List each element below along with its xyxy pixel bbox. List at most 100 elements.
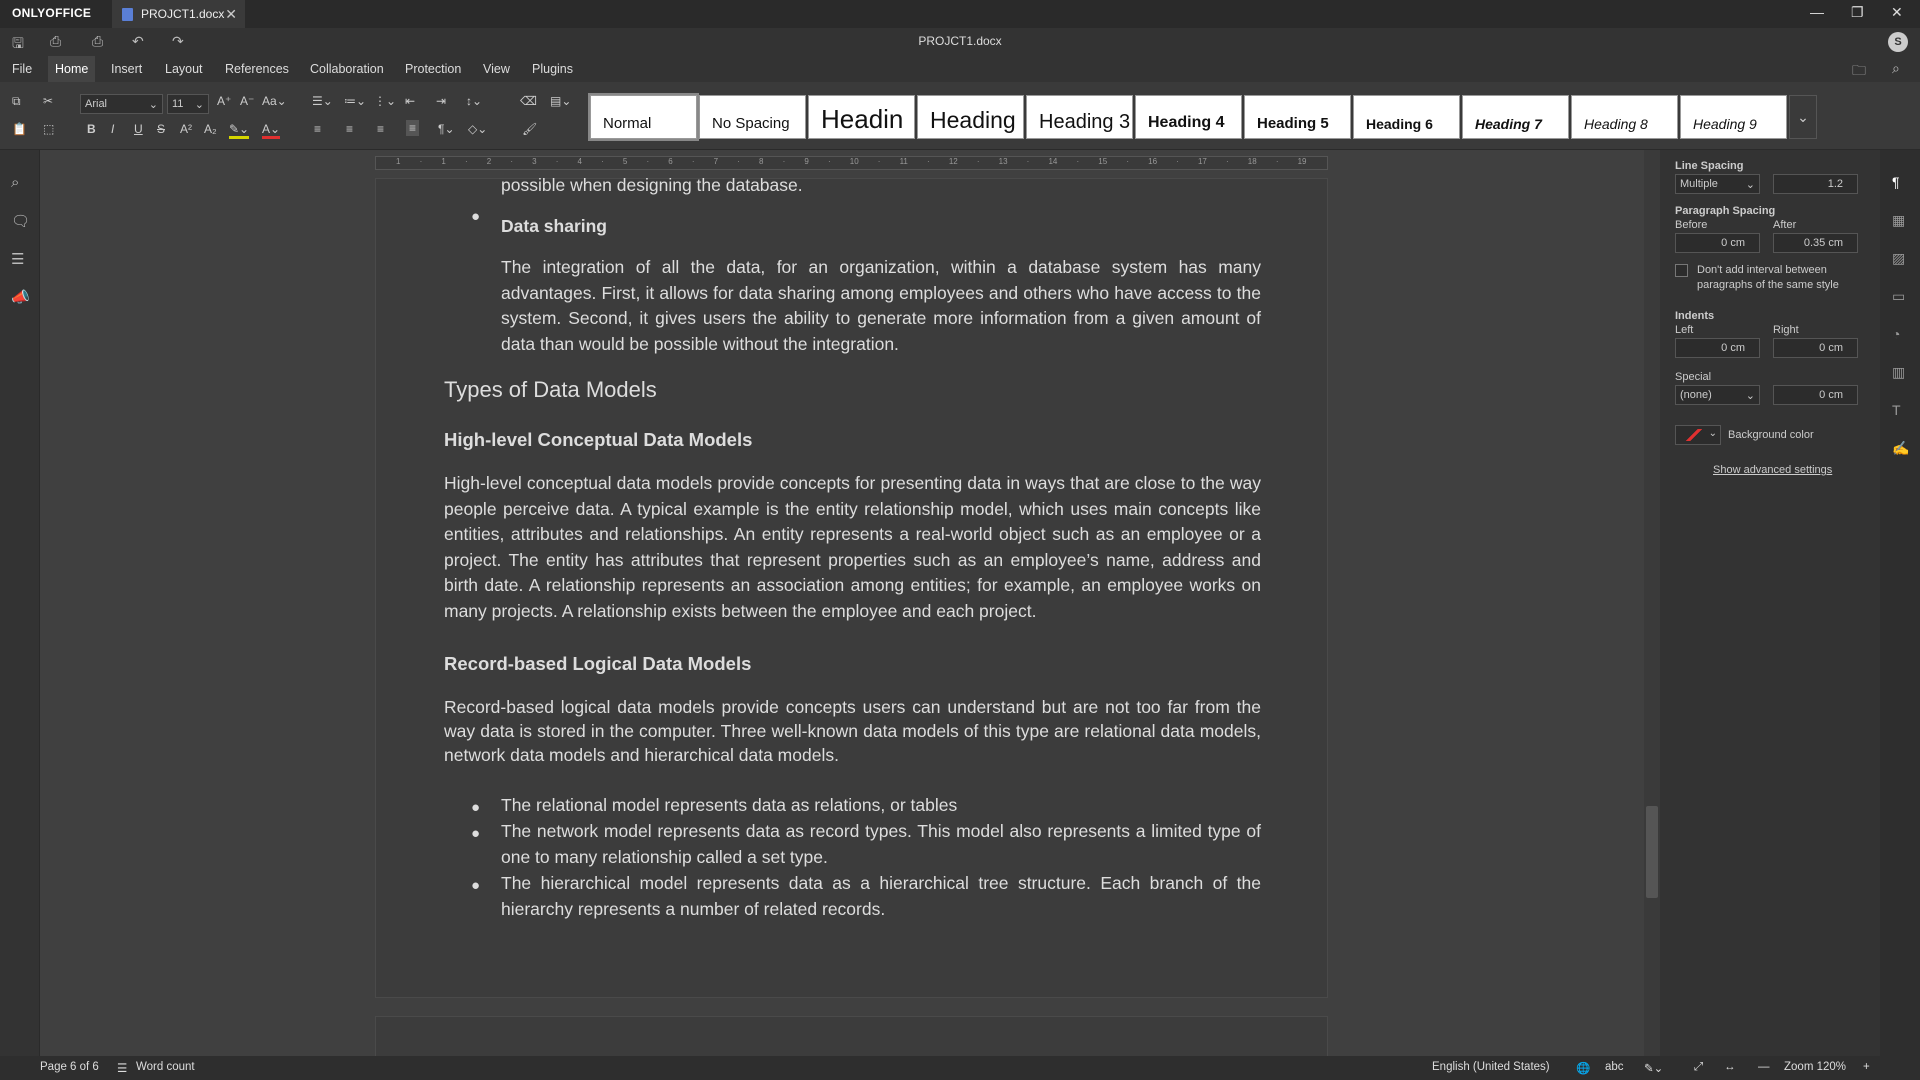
style-heading-3[interactable]: Heading 3 — [1026, 95, 1133, 139]
scrollbar-thumb[interactable] — [1646, 806, 1658, 898]
chart-settings-icon[interactable]: ▥ — [1892, 364, 1905, 381]
horizontal-ruler[interactable]: 1 · 1 · 2 · 3 · 4 · 5 · 6 · 7 · 8 · 9 · 10 · 11 · 12 · 13 · 14 · 15 · 16… — [375, 156, 1328, 170]
style-heading-5[interactable]: Heading 5 — [1244, 95, 1351, 139]
line-spacing-icon[interactable]: ↕⌄ — [466, 94, 482, 108]
table-settings-icon[interactable]: ▦ — [1892, 212, 1905, 229]
decrease-font-icon[interactable]: A⁻ — [240, 94, 254, 108]
avatar[interactable]: S — [1888, 32, 1908, 52]
close-tab-icon[interactable]: ✕ — [225, 6, 237, 23]
shape-settings-icon[interactable]: ◔ — [1892, 326, 1900, 342]
zoom-out-icon[interactable]: — — [1758, 1061, 1770, 1073]
right-indent-input[interactable]: 0 cm — [1773, 338, 1858, 358]
style-normal[interactable]: Normal — [588, 93, 699, 141]
font-size-select[interactable]: 11 ⌄ — [167, 94, 209, 114]
style-heading-4[interactable]: Heading 4 — [1135, 95, 1242, 139]
style-no-spacing[interactable]: No Spacing — [699, 95, 806, 139]
subscript-icon[interactable]: A₂ — [204, 122, 217, 136]
page-indicator[interactable]: Page 6 of 6 — [40, 1061, 99, 1073]
paragraph-settings-icon[interactable]: ¶ — [1892, 174, 1900, 190]
menu-view[interactable]: View — [476, 56, 517, 82]
dont-add-interval-checkbox[interactable] — [1675, 264, 1688, 277]
special-indent-select[interactable]: (none) ⌄ — [1675, 385, 1760, 405]
track-changes-icon[interactable]: ✎⌄ — [1644, 1061, 1663, 1075]
line-spacing-mode-select[interactable]: Multiple ⌄ — [1675, 174, 1760, 194]
restore-icon[interactable]: ❐ — [1851, 4, 1864, 21]
bullets-icon[interactable]: ☰⌄ — [312, 94, 333, 108]
vertical-scrollbar[interactable] — [1644, 150, 1660, 1056]
style-heading-7[interactable]: Heading 7 — [1462, 95, 1569, 139]
next-page[interactable] — [375, 1016, 1328, 1056]
multilevel-list-icon[interactable]: ⋮⌄ — [374, 94, 396, 108]
feedback-icon[interactable]: 📣 — [11, 288, 30, 306]
menu-home[interactable]: Home — [48, 56, 96, 82]
paste-icon[interactable]: 📋 — [12, 122, 27, 136]
advanced-settings-link[interactable]: Show advanced settings — [1713, 464, 1832, 476]
signature-icon[interactable]: ✍ — [1892, 440, 1909, 457]
menu-file[interactable]: File — [5, 56, 39, 82]
word-count-icon[interactable]: ☰ — [117, 1061, 127, 1075]
numbering-icon[interactable]: ≔⌄ — [344, 94, 366, 108]
menu-protection[interactable]: Protection — [398, 56, 468, 82]
style-heading-9[interactable]: Heading 9 — [1680, 95, 1787, 139]
spacing-after-input[interactable]: 0.35 cm — [1773, 233, 1858, 253]
text-art-icon[interactable]: T — [1892, 402, 1901, 418]
language-select[interactable]: English (United States) — [1432, 1061, 1550, 1073]
strikethrough-icon[interactable]: S — [157, 122, 165, 136]
align-right-icon[interactable]: ≡ — [377, 122, 384, 136]
color-scheme-icon[interactable]: ▤⌄ — [550, 94, 571, 108]
align-left-icon[interactable]: ≡ — [314, 122, 321, 136]
zoom-level[interactable]: Zoom 120% — [1784, 1061, 1846, 1073]
comments-icon[interactable]: 🗨 — [11, 212, 30, 230]
background-color-picker[interactable]: ⌄ — [1675, 425, 1721, 445]
menu-references[interactable]: References — [218, 56, 296, 82]
search-icon[interactable]: ⌕ — [1892, 60, 1900, 77]
close-window-icon[interactable]: ✕ — [1891, 4, 1903, 21]
fit-page-icon[interactable]: ⤢ — [1694, 1061, 1703, 1074]
cut-icon[interactable]: ✂ — [43, 94, 53, 108]
menu-collaboration[interactable]: Collaboration — [303, 56, 391, 82]
clear-style-icon[interactable]: ⌫ — [520, 94, 537, 108]
left-indent-input[interactable]: 0 cm — [1675, 338, 1760, 358]
highlight-icon[interactable]: ✎⌄ — [229, 122, 250, 139]
menu-layout[interactable]: Layout — [158, 56, 210, 82]
superscript-icon[interactable]: A² — [180, 122, 192, 136]
word-count-button[interactable]: Word count — [136, 1061, 195, 1073]
menu-insert[interactable]: Insert — [104, 56, 149, 82]
style-heading-8[interactable]: Heading 8 — [1571, 95, 1678, 139]
style-heading-1[interactable]: Headin — [808, 95, 915, 139]
shading-icon[interactable]: ◇⌄ — [468, 122, 487, 136]
styles-expand-button[interactable]: ⌄ — [1789, 95, 1817, 139]
font-color-icon[interactable]: A⌄ — [262, 122, 281, 139]
style-heading-2[interactable]: Heading — [917, 95, 1024, 139]
menu-plugins[interactable]: Plugins — [525, 56, 580, 82]
copy-style-icon[interactable]: 🖌 — [522, 122, 537, 136]
zoom-in-icon[interactable]: + — [1863, 1061, 1870, 1073]
minimize-icon[interactable]: — — [1810, 4, 1824, 20]
copy-icon[interactable]: ⧉ — [12, 94, 21, 109]
special-indent-input[interactable]: 0 cm — [1773, 385, 1858, 405]
style-heading-6[interactable]: Heading 6 — [1353, 95, 1460, 139]
document-page[interactable]: possible when designing the database. ● … — [375, 175, 1328, 998]
open-folder-icon[interactable]: 🗀 — [1852, 60, 1866, 84]
line-spacing-value-input[interactable]: 1.2 — [1773, 174, 1858, 194]
image-settings-icon[interactable]: ▨ — [1892, 250, 1905, 267]
bold-icon[interactable]: B — [87, 122, 96, 136]
header-footer-icon[interactable]: ▭ — [1892, 288, 1905, 305]
globe-icon[interactable]: 🌐 — [1576, 1061, 1590, 1075]
search-icon[interactable]: ⌕ — [11, 174, 19, 191]
italic-icon[interactable]: I — [111, 122, 114, 136]
navigation-icon[interactable]: ☰ — [11, 250, 24, 268]
nonprinting-chars-icon[interactable]: ¶⌄ — [438, 122, 455, 136]
increase-indent-icon[interactable]: ⇥ — [436, 94, 446, 108]
document-area[interactable]: 1 · 1 · 2 · 3 · 4 · 5 · 6 · 7 · 8 · 9 · 10 · 11 · 12 · 13 · 14 · 15 · 16… — [40, 150, 1660, 1056]
underline-icon[interactable]: U — [134, 122, 143, 136]
align-center-icon[interactable]: ≡ — [346, 122, 353, 136]
font-name-select[interactable]: Arial ⌄ — [80, 94, 163, 114]
change-case-icon[interactable]: Aa⌄ — [262, 94, 287, 108]
document-tab[interactable]: PROJCT1.docx ✕ — [112, 0, 245, 28]
spacing-before-input[interactable]: 0 cm — [1675, 233, 1760, 253]
decrease-indent-icon[interactable]: ⇤ — [405, 94, 415, 108]
select-all-icon[interactable]: ⬚ — [43, 122, 54, 136]
increase-font-icon[interactable]: A⁺ — [217, 94, 231, 108]
justify-icon[interactable]: ≡ — [406, 120, 420, 136]
